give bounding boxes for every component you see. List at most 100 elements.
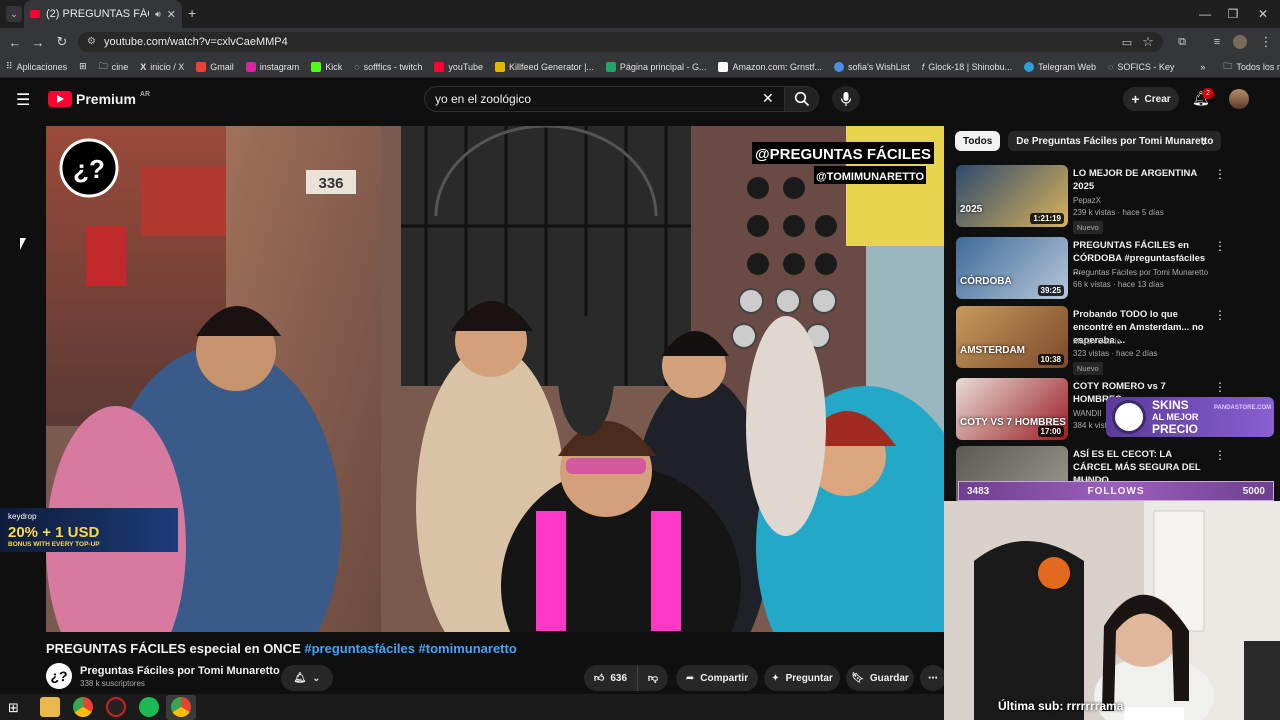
hamburger-menu-icon[interactable]: ☰ xyxy=(16,90,30,110)
bookmark-apps[interactable]: ⠿ Aplicaciones xyxy=(0,61,73,72)
share-button[interactable]: ➦ Compartir xyxy=(676,665,758,691)
thumbnail-text: CÓRDOBA xyxy=(960,276,1012,287)
video-duration: 17:00 xyxy=(1037,426,1064,437)
browser-tab[interactable]: (2) PREGUNTAS FÁCILES esp 🔊︎ ✕ xyxy=(24,0,182,28)
video-channel[interactable]: PepazX xyxy=(1073,196,1101,205)
hashtag-link[interactable]: #preguntasfáciles xyxy=(304,641,415,656)
forward-icon[interactable]: → xyxy=(26,30,50,54)
clear-search-icon[interactable]: ✕ xyxy=(762,90,774,107)
thumbnail-text: 2025 xyxy=(960,204,983,215)
bookmark-instagram[interactable]: instagram xyxy=(240,61,306,72)
youtube-icon xyxy=(434,61,445,72)
panda-logo-icon xyxy=(1112,400,1146,434)
windows-start-icon[interactable]: ⊞ xyxy=(8,700,19,716)
file-explorer-icon[interactable] xyxy=(40,697,60,717)
address-bar[interactable]: ⚙ youtube.com/watch?v=cxlvCaeMMP4 xyxy=(78,32,1163,52)
bookmark-wishlist[interactable]: sofia's WishList xyxy=(828,61,916,72)
recommended-video[interactable]: 2025 1:21:19 LO MEJOR DE ARGENTINA 2025 Pep… xyxy=(956,165,1256,234)
more-actions-button[interactable]: ⋯ xyxy=(920,665,946,691)
bookmark-star-icon[interactable]: ☆ xyxy=(1136,30,1160,54)
tab-search-button[interactable]: ⌄ xyxy=(6,6,22,22)
ask-button[interactable]: ✦ Preguntar xyxy=(764,665,840,691)
recommended-video[interactable]: CÓRDOBA 39:25 PREGUNTAS FÁCILES en CÓRDOBA… xyxy=(956,237,1256,299)
bookmark-drive[interactable]: Página principal - G... xyxy=(600,61,713,72)
audio-icon[interactable]: 🔊︎ xyxy=(155,9,161,20)
bookmark-amazon[interactable]: Amazon.com: Grnstf... xyxy=(712,61,828,72)
chip-todos[interactable]: Todos xyxy=(955,131,1001,151)
bookmark-telegram[interactable]: Telegram Web xyxy=(1018,61,1102,72)
bookmark-cine[interactable]: 🗀︎ cine xyxy=(93,59,135,75)
search-button[interactable] xyxy=(785,86,819,112)
bookmark-youtube[interactable]: youTube xyxy=(428,61,489,72)
create-button[interactable]: + Crear xyxy=(1123,87,1179,111)
video-player[interactable]: 336 ¿? @PREGUNTAS FÁCILES @TOMIMUNARETTO xyxy=(46,126,944,632)
recommended-video[interactable]: AMSTERDAM 10:38 Probando TODO lo que encon… xyxy=(956,306,1256,375)
video-thumbnail[interactable]: CÓRDOBA 39:25 xyxy=(956,237,1068,299)
chair-logo-icon xyxy=(1038,557,1070,589)
all-bookmarks[interactable]: 🗀︎Todos los marcadores xyxy=(1217,59,1280,75)
globe-icon: ◌ xyxy=(1108,61,1114,72)
video-duration: 1:21:19 xyxy=(1030,213,1064,224)
bookmark-sofics-key[interactable]: ◌ SOFICS - Key xyxy=(1102,62,1180,72)
video-title[interactable]: LO MEJOR DE ARGENTINA 2025 xyxy=(1073,167,1211,193)
reload-icon[interactable]: ↻ xyxy=(50,30,74,54)
building-number: 336 xyxy=(318,175,343,192)
more-options-icon[interactable]: ⋮ xyxy=(1214,380,1226,394)
hashtag-link[interactable]: #tomimunaretto xyxy=(419,641,517,656)
chips-next-icon[interactable]: › xyxy=(1202,133,1207,149)
more-options-icon[interactable]: ⋮ xyxy=(1214,448,1226,462)
thumbnail-text: AMSTERDAM xyxy=(960,345,1025,356)
bookmark-twitch[interactable]: ◌ sofffics - twitch xyxy=(348,62,428,72)
x-icon: X xyxy=(140,61,147,72)
more-horizontal-icon: ⋯ xyxy=(928,672,938,684)
bookmark-glock[interactable]: f Glock-18 | Shinobu... xyxy=(916,62,1018,72)
bookmark-kick[interactable]: Kick xyxy=(305,61,348,72)
spotify-icon[interactable] xyxy=(139,697,159,717)
restore-button[interactable]: ❐ xyxy=(1216,0,1250,28)
video-thumbnail[interactable]: AMSTERDAM 10:38 xyxy=(956,306,1068,368)
site-info-icon[interactable]: ⚙ xyxy=(87,36,96,47)
more-options-icon[interactable]: ⋮ xyxy=(1214,167,1226,181)
chrome-active-icon[interactable] xyxy=(171,697,191,717)
bookmark-killfeed[interactable]: Killfeed Generator |... xyxy=(489,61,600,72)
bookmarks-overflow-icon[interactable]: » xyxy=(1194,62,1211,72)
tab-close-icon[interactable]: ✕ xyxy=(167,8,176,21)
channel-avatar[interactable]: ¿? xyxy=(46,663,72,689)
channel-name[interactable]: Preguntas Fáciles por Tomi Munaretto xyxy=(80,665,280,677)
more-options-icon[interactable]: ⋮ xyxy=(1214,239,1226,253)
video-meta: 239 k vistas · hace 5 días xyxy=(1073,208,1164,217)
bookmark-gmail[interactable]: Gmail xyxy=(190,61,240,72)
youtube-logo[interactable]: Premium AR xyxy=(48,91,150,107)
profile-icon[interactable] xyxy=(1228,30,1252,54)
more-options-icon[interactable]: ⋮ xyxy=(1214,308,1226,322)
extensions-icon[interactable]: ⧉ xyxy=(1170,30,1194,54)
video-thumbnail[interactable]: COTY VS 7 HOMBRES 17:00 xyxy=(956,378,1068,440)
account-avatar[interactable] xyxy=(1229,89,1249,109)
subscribed-button[interactable]: 🔔︎ ⌄ xyxy=(281,665,333,691)
reading-list-icon[interactable]: ≡ xyxy=(1205,30,1229,54)
video-meta: 66 k vistas · hace 13 días xyxy=(1073,280,1164,289)
obs-icon[interactable] xyxy=(106,697,126,717)
back-icon[interactable]: ← xyxy=(3,30,27,54)
video-channel[interactable]: WANDII xyxy=(1073,409,1102,418)
video-channel[interactable]: Preguntas Fáciles por Tomi Munaretto xyxy=(1073,268,1208,277)
bookmark-x[interactable]: Xinicio / X xyxy=(134,62,190,72)
dislike-button[interactable]: 👎︎ xyxy=(638,665,668,691)
like-button[interactable]: 👍︎ 636 xyxy=(584,665,638,691)
chrome-icon[interactable] xyxy=(73,697,93,717)
follows-current: 3483 xyxy=(967,485,990,497)
microphone-icon xyxy=(840,92,852,106)
new-tab-button[interactable]: + xyxy=(188,5,196,21)
bookmarks-bar: ⠿ Aplicaciones ⊞ 🗀︎ cine Xinicio / X Gmail… xyxy=(0,56,1280,78)
browser-menu-icon[interactable]: ⋮ xyxy=(1254,30,1278,54)
amazon-icon xyxy=(718,61,729,72)
save-button[interactable]: 🔖︎ Guardar xyxy=(846,665,914,691)
bookmark-grid[interactable]: ⊞ xyxy=(73,61,93,72)
search-input[interactable]: yo en el zoológico xyxy=(424,86,785,112)
voice-search-button[interactable] xyxy=(832,86,860,112)
ad-site: PANDASTORE.COM xyxy=(1214,405,1272,411)
video-thumbnail[interactable]: 2025 1:21:19 xyxy=(956,165,1068,227)
close-window-button[interactable]: ✕ xyxy=(1246,0,1280,28)
video-channel[interactable]: Martin Osorio xyxy=(1073,337,1121,346)
chip-channel[interactable]: De Preguntas Fáciles por Tomi Munaretto xyxy=(1008,131,1222,151)
